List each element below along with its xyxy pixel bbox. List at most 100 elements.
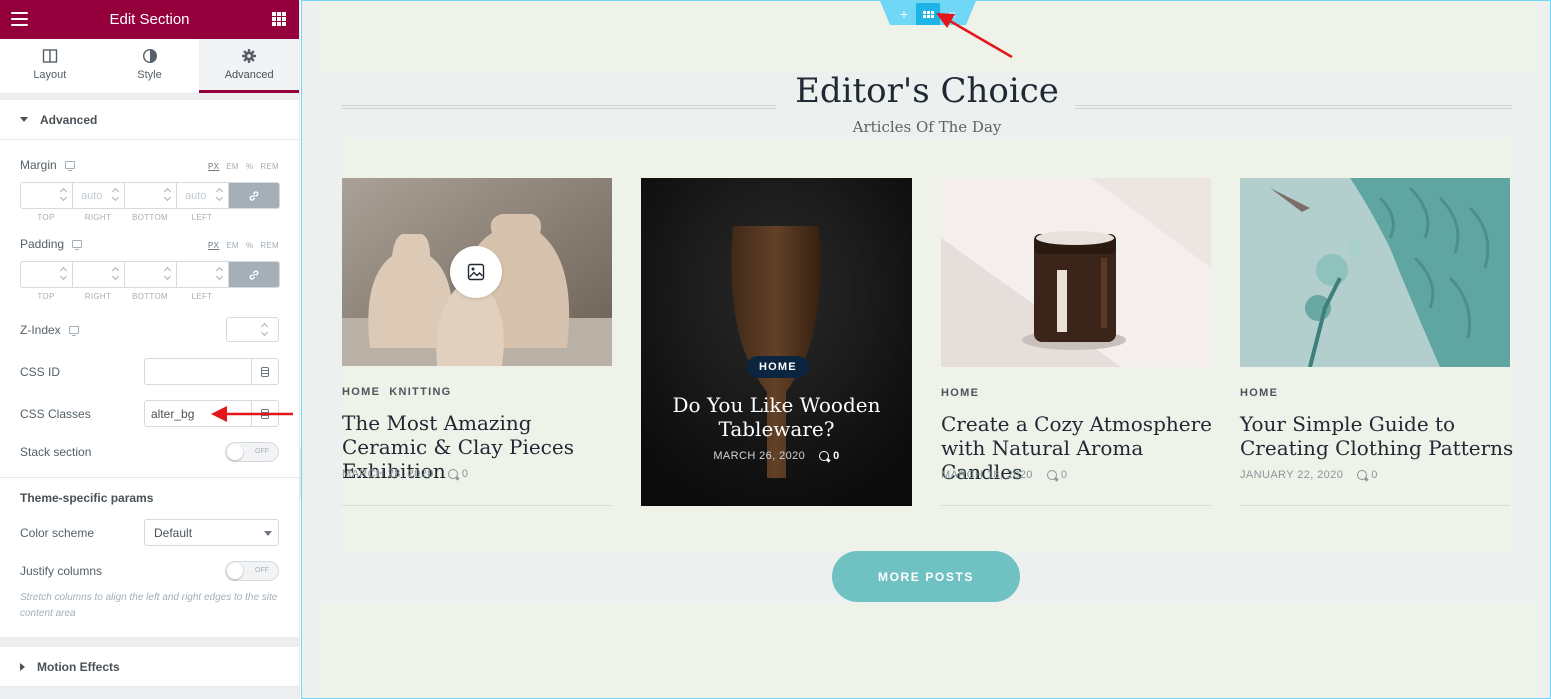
spinner-icon (164, 187, 173, 203)
margin-dimensions: auto auto (20, 182, 280, 209)
unit-percent[interactable]: % (246, 162, 253, 171)
padding-right-input[interactable] (73, 262, 125, 287)
post-thumbnail[interactable] (1240, 178, 1510, 367)
category-badge[interactable]: HOME (747, 356, 809, 378)
post-meta: JANUARY 22, 2020 0 (1240, 469, 1378, 481)
post-title[interactable]: Your Simple Guide to Creating Clothing P… (1240, 412, 1515, 460)
widgets-grid-icon[interactable] (272, 12, 286, 26)
category-link[interactable]: HOME (941, 387, 979, 399)
stack-section-control: Stack section OFF (20, 442, 279, 462)
padding-side-labels: TOP RIGHT BOTTOM LEFT (37, 292, 213, 301)
comment-count[interactable]: 0 (1371, 469, 1378, 481)
post-categories: HOME (941, 387, 988, 399)
justify-columns-label: Justify columns (20, 564, 103, 578)
delete-section-button[interactable]: × (940, 3, 964, 25)
comment-icon (447, 469, 458, 479)
unit-rem[interactable]: REM (260, 241, 279, 250)
theme-params-heading: Theme-specific params (20, 491, 154, 505)
padding-top-input[interactable] (21, 262, 73, 287)
dynamic-tags-button[interactable] (251, 359, 278, 384)
margin-bottom-input[interactable] (125, 183, 177, 208)
comment-icon (1357, 470, 1368, 480)
margin-side-labels: TOP RIGHT BOTTOM LEFT (37, 213, 213, 222)
post-date: JANUARY 22, 2020 (1240, 469, 1344, 481)
page-preview[interactable]: + × Editor's Choice Articles Of The Day … (301, 0, 1551, 699)
css-classes-label: CSS Classes (20, 407, 91, 421)
knitted-fabric-image (1240, 178, 1510, 367)
dynamic-tags-button[interactable] (251, 401, 278, 426)
image-placeholder-button[interactable] (450, 246, 502, 298)
justify-columns-control: Justify columns OFF (20, 561, 279, 581)
unit-switcher: PX EM % REM (208, 241, 279, 250)
color-scheme-label: Color scheme (20, 526, 95, 540)
unit-em[interactable]: EM (226, 241, 239, 250)
tab-style[interactable]: Style (100, 39, 200, 93)
gear-icon (242, 49, 257, 63)
spinner-icon (164, 266, 173, 282)
switch-knob (227, 444, 243, 460)
padding-bottom-input[interactable] (125, 262, 177, 287)
desktop-icon[interactable] (68, 326, 79, 336)
spinner-icon (216, 187, 225, 203)
post-categories: HOME (1240, 387, 1287, 399)
section-heading: Motion Effects (37, 659, 120, 674)
section-background (317, 603, 1536, 698)
unit-percent[interactable]: % (246, 241, 253, 250)
editor-panel: Edit Section Layout Style Advanced Advan… (0, 0, 300, 699)
panel-header: Edit Section (0, 0, 299, 39)
z-index-label: Z-Index (20, 323, 61, 337)
justify-columns-switch[interactable]: OFF (225, 561, 279, 581)
unit-em[interactable]: EM (226, 162, 239, 171)
padding-left-input[interactable] (177, 262, 229, 287)
chevron-down-icon (264, 531, 272, 536)
category-link[interactable]: HOME (342, 386, 380, 398)
section-title: Editor's Choice (795, 71, 1059, 111)
panel-tabs: Layout Style Advanced (0, 39, 299, 94)
margin-left-input[interactable]: auto (177, 183, 229, 208)
margin-right-input[interactable]: auto (73, 183, 125, 208)
unit-rem[interactable]: REM (260, 162, 279, 171)
link-values-button[interactable] (229, 262, 279, 287)
stack-section-switch[interactable]: OFF (225, 442, 279, 462)
post-categories: HOME KNITTING (342, 386, 461, 398)
more-posts-button[interactable]: MORE POSTS (832, 551, 1020, 602)
add-section-button[interactable]: + (892, 3, 916, 25)
spinner-icon (261, 322, 270, 338)
database-icon (261, 366, 269, 377)
post-title[interactable]: Do You Like Wooden Tableware? (641, 393, 912, 441)
divider (0, 477, 299, 478)
featured-post-card[interactable]: HOME Do You Like Wooden Tableware? MARCH… (641, 178, 912, 506)
layout-columns-icon (42, 49, 58, 63)
comment-count[interactable]: 0 (1061, 469, 1068, 481)
margin-top-input[interactable] (21, 183, 73, 208)
card-divider (1240, 505, 1510, 506)
color-scheme-select[interactable]: Default (144, 519, 279, 546)
comment-count[interactable]: 0 (462, 468, 469, 480)
card-divider (941, 505, 1211, 506)
advanced-section-toggle[interactable]: Advanced (0, 100, 299, 140)
desktop-icon[interactable] (72, 240, 83, 250)
menu-icon[interactable] (11, 12, 28, 26)
tab-advanced[interactable]: Advanced (199, 39, 299, 93)
link-values-button[interactable] (229, 183, 279, 208)
card-divider (342, 505, 612, 506)
desktop-icon[interactable] (64, 161, 75, 171)
z-index-input[interactable] (226, 317, 279, 342)
post-thumbnail[interactable] (941, 178, 1211, 367)
comment-count[interactable]: 0 (833, 450, 840, 462)
category-link[interactable]: KNITTING (389, 386, 451, 398)
unit-px[interactable]: PX (208, 162, 219, 171)
spinner-icon (60, 266, 69, 282)
motion-effects-toggle[interactable]: Motion Effects (0, 647, 299, 687)
tab-label: Advanced (224, 69, 274, 81)
margin-label: Margin (20, 158, 57, 172)
edit-section-button[interactable] (916, 3, 940, 25)
database-icon (261, 408, 269, 419)
category-link[interactable]: HOME (1240, 387, 1278, 399)
post-thumbnail[interactable] (342, 178, 612, 366)
link-icon (249, 190, 259, 201)
unit-px[interactable]: PX (208, 241, 219, 250)
css-id-input[interactable] (144, 358, 279, 385)
css-classes-input[interactable]: alter_bg (144, 400, 279, 427)
tab-layout[interactable]: Layout (0, 39, 100, 93)
